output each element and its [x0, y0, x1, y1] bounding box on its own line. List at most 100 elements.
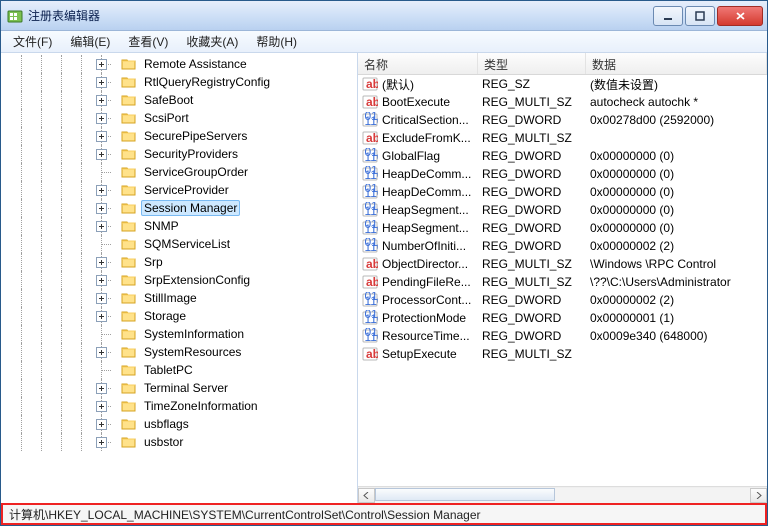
- tree-item[interactable]: SecurePipeServers: [1, 127, 357, 145]
- expand-toggle-icon[interactable]: [96, 437, 107, 448]
- expand-toggle-icon[interactable]: [96, 401, 107, 412]
- value-name: GlobalFlag: [382, 149, 482, 163]
- tree-item[interactable]: TimeZoneInformation: [1, 397, 357, 415]
- tree-item[interactable]: ServiceGroupOrder: [1, 163, 357, 181]
- expand-toggle-icon[interactable]: [96, 347, 107, 358]
- menu-favorites[interactable]: 收藏夹(A): [178, 31, 246, 52]
- expand-toggle-icon[interactable]: [96, 149, 107, 160]
- expand-toggle-icon[interactable]: [96, 311, 107, 322]
- tree-item[interactable]: ServiceProvider: [1, 181, 357, 199]
- tree-item[interactable]: SystemResources: [1, 343, 357, 361]
- tree-item[interactable]: SrpExtensionConfig: [1, 271, 357, 289]
- binary-value-icon: 011110: [362, 202, 378, 218]
- list-row[interactable]: 011110GlobalFlagREG_DWORD0x00000000 (0): [358, 147, 767, 165]
- expand-toggle-icon[interactable]: [96, 293, 107, 304]
- tree-item[interactable]: TabletPC: [1, 361, 357, 379]
- value-type: REG_DWORD: [482, 293, 590, 307]
- list-row[interactable]: 011110NumberOfIniti...REG_DWORD0x0000000…: [358, 237, 767, 255]
- binary-value-icon: 011110: [362, 220, 378, 236]
- tree-item[interactable]: SecurityProviders: [1, 145, 357, 163]
- close-button[interactable]: [717, 6, 763, 26]
- tree-pane[interactable]: Remote AssistanceRtlQueryRegistryConfigS…: [1, 53, 358, 503]
- values-pane: 名称 类型 数据 ab(默认)REG_SZ(数值未设置)abBootExecut…: [358, 53, 767, 503]
- expand-toggle-icon[interactable]: [96, 203, 107, 214]
- list-body[interactable]: ab(默认)REG_SZ(数值未设置)abBootExecuteREG_MULT…: [358, 75, 767, 486]
- tree-item[interactable]: SystemInformation: [1, 325, 357, 343]
- folder-icon: [121, 291, 137, 305]
- title-bar[interactable]: 注册表编辑器: [1, 1, 767, 31]
- expand-toggle-icon[interactable]: [96, 419, 107, 430]
- status-path: 计算机\HKEY_LOCAL_MACHINE\SYSTEM\CurrentCon…: [9, 506, 481, 523]
- list-row[interactable]: abObjectDirector...REG_MULTI_SZ\Windows …: [358, 255, 767, 273]
- folder-icon: [121, 201, 137, 215]
- expand-toggle-icon[interactable]: [96, 113, 107, 124]
- tree-item-label: SecurePipeServers: [141, 128, 250, 144]
- horizontal-scrollbar[interactable]: [358, 486, 767, 503]
- list-row[interactable]: abPendingFileRe...REG_MULTI_SZ\??\C:\Use…: [358, 273, 767, 291]
- expand-toggle-icon[interactable]: [96, 221, 107, 232]
- minimize-button[interactable]: [653, 6, 683, 26]
- expand-toggle-icon[interactable]: [96, 77, 107, 88]
- tree-item[interactable]: Srp: [1, 253, 357, 271]
- tree-item-label: usbflags: [141, 416, 192, 432]
- tree-item[interactable]: usbstor: [1, 433, 357, 451]
- col-header-type[interactable]: 类型: [478, 53, 586, 74]
- list-row[interactable]: 011110HeapSegment...REG_DWORD0x00000000 …: [358, 201, 767, 219]
- list-row[interactable]: 011110HeapSegment...REG_DWORD0x00000000 …: [358, 219, 767, 237]
- value-data: 0x00000000 (0): [590, 167, 767, 181]
- scroll-track[interactable]: [375, 488, 750, 503]
- menu-help[interactable]: 帮助(H): [248, 31, 305, 52]
- value-type: REG_DWORD: [482, 203, 590, 217]
- expand-toggle-icon[interactable]: [96, 257, 107, 268]
- expand-toggle-icon[interactable]: [96, 131, 107, 142]
- list-row[interactable]: abSetupExecuteREG_MULTI_SZ: [358, 345, 767, 363]
- menu-edit[interactable]: 编辑(E): [62, 31, 118, 52]
- list-row[interactable]: 011110ProcessorCont...REG_DWORD0x0000000…: [358, 291, 767, 309]
- list-header[interactable]: 名称 类型 数据: [358, 53, 767, 75]
- expand-toggle-icon[interactable]: [96, 95, 107, 106]
- tree-item[interactable]: usbflags: [1, 415, 357, 433]
- tree-item[interactable]: Session Manager: [1, 199, 357, 217]
- col-header-name[interactable]: 名称: [358, 53, 478, 74]
- maximize-button[interactable]: [685, 6, 715, 26]
- tree-item[interactable]: Terminal Server: [1, 379, 357, 397]
- tree-item[interactable]: SNMP: [1, 217, 357, 235]
- binary-value-icon: 011110: [362, 238, 378, 254]
- menu-file[interactable]: 文件(F): [5, 31, 60, 52]
- value-type: REG_SZ: [482, 77, 590, 91]
- list-row[interactable]: 011110ResourceTime...REG_DWORD0x0009e340…: [358, 327, 767, 345]
- expand-toggle-icon[interactable]: [96, 275, 107, 286]
- list-row[interactable]: 011110HeapDeComm...REG_DWORD0x00000000 (…: [358, 183, 767, 201]
- list-row[interactable]: 011110CriticalSection...REG_DWORD0x00278…: [358, 111, 767, 129]
- folder-icon: [121, 237, 137, 251]
- svg-text:110: 110: [365, 312, 379, 326]
- list-row[interactable]: abBootExecuteREG_MULTI_SZautocheck autoc…: [358, 93, 767, 111]
- tree-item-label: Srp: [141, 254, 166, 270]
- svg-text:110: 110: [365, 204, 379, 218]
- scroll-thumb[interactable]: [375, 488, 555, 501]
- value-type: REG_DWORD: [482, 167, 590, 181]
- expand-toggle-icon[interactable]: [96, 383, 107, 394]
- tree-item-label: SystemInformation: [141, 326, 247, 342]
- scroll-right-icon[interactable]: [750, 488, 767, 503]
- expand-toggle-icon[interactable]: [96, 185, 107, 196]
- tree-item[interactable]: ScsiPort: [1, 109, 357, 127]
- value-type: REG_DWORD: [482, 311, 590, 325]
- scroll-left-icon[interactable]: [358, 488, 375, 503]
- tree-item[interactable]: StillImage: [1, 289, 357, 307]
- tree-item[interactable]: SQMServiceList: [1, 235, 357, 253]
- expand-toggle-icon[interactable]: [96, 59, 107, 70]
- value-name: HeapDeComm...: [382, 185, 482, 199]
- list-row[interactable]: 011110HeapDeComm...REG_DWORD0x00000000 (…: [358, 165, 767, 183]
- app-icon: [7, 8, 23, 24]
- tree-item[interactable]: Remote Assistance: [1, 55, 357, 73]
- tree-item[interactable]: RtlQueryRegistryConfig: [1, 73, 357, 91]
- tree-item[interactable]: SafeBoot: [1, 91, 357, 109]
- list-row[interactable]: ab(默认)REG_SZ(数值未设置): [358, 75, 767, 93]
- col-header-data[interactable]: 数据: [586, 53, 767, 74]
- binary-value-icon: 011110: [362, 292, 378, 308]
- list-row[interactable]: 011110ProtectionModeREG_DWORD0x00000001 …: [358, 309, 767, 327]
- tree-item[interactable]: Storage: [1, 307, 357, 325]
- list-row[interactable]: abExcludeFromK...REG_MULTI_SZ: [358, 129, 767, 147]
- menu-view[interactable]: 查看(V): [120, 31, 176, 52]
